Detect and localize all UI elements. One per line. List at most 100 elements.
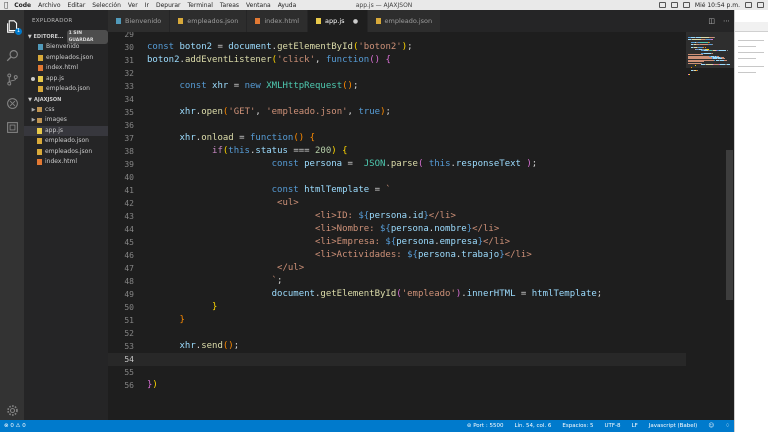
open-editor-item[interactable]: index.html <box>24 63 108 74</box>
tab-bienvenido[interactable]: Bienvenido <box>108 10 171 32</box>
gear-icon[interactable] <box>5 403 19 417</box>
encoding[interactable]: UTF-8 <box>605 423 621 429</box>
menu-editar[interactable]: Editar <box>68 2 86 9</box>
code-line[interactable]: 55 <box>108 366 686 379</box>
feedback-icon[interactable]: ☺ <box>708 423 714 429</box>
problems-status[interactable]: ⊗ 0 ⚠ 0 <box>4 423 26 429</box>
code-line[interactable]: 44 <li>Nombre: ${persona.nombre}</li> <box>108 223 686 236</box>
tab-app-js[interactable]: app.js ● <box>308 10 368 32</box>
code-line[interactable]: 48 `; <box>108 275 686 288</box>
line-number: 34 <box>124 95 134 104</box>
code-line[interactable]: 45 <li>Empresa: ${persona.empresa}</li> <box>108 236 686 249</box>
code-line[interactable]: 52 <box>108 327 686 340</box>
cursor-position[interactable]: Lín. 54, col. 6 <box>514 423 551 429</box>
menu-tareas[interactable]: Tareas <box>220 2 239 9</box>
file-label: empleado.json <box>45 137 89 144</box>
apple-icon[interactable]:  <box>4 1 8 9</box>
extensions-icon[interactable] <box>5 120 19 134</box>
code-token: ` <box>147 276 278 286</box>
spotlight-icon[interactable] <box>745 2 752 8</box>
menu-terminal[interactable]: Terminal <box>188 2 213 9</box>
line-number: 36 <box>124 121 134 130</box>
file-item-selected[interactable]: app.js <box>24 125 108 136</box>
code-line[interactable]: 56}) <box>108 379 686 392</box>
battery-icon[interactable] <box>682 2 690 8</box>
menu-ayuda[interactable]: Ayuda <box>278 2 297 9</box>
markdown-icon <box>38 44 43 51</box>
live-server-status[interactable]: ⊚ Port : 5500 <box>467 423 504 429</box>
menu-seleccion[interactable]: Selección <box>92 2 121 9</box>
modified-dot-icon[interactable] <box>31 76 35 81</box>
dropbox-icon[interactable] <box>658 2 666 8</box>
menu-depurar[interactable]: Depurar <box>156 2 181 9</box>
code-token: ${ <box>385 237 397 247</box>
code-line[interactable]: 34 <box>108 93 686 106</box>
code-line[interactable]: 43 <li>ID: ${persona.id}</li> <box>108 210 686 223</box>
search-icon[interactable] <box>5 48 19 62</box>
debug-icon[interactable] <box>5 96 19 110</box>
wifi-icon[interactable] <box>670 2 678 8</box>
tab-index-html[interactable]: index.html <box>247 10 309 32</box>
open-editor-item[interactable]: empleado.json <box>24 84 108 95</box>
code-line[interactable]: 41 const htmlTemplate = ` <box>108 184 686 197</box>
code-line[interactable]: 46 <li>Actividades: ${persona.trabajo}</… <box>108 249 686 262</box>
open-editor-item[interactable]: empleados.json <box>24 53 108 64</box>
menu-ver[interactable]: Ver <box>128 2 138 9</box>
code-line[interactable]: 39 const persona = JSON.parse( this.resp… <box>108 158 686 171</box>
file-item[interactable]: empleados.json <box>24 147 108 158</box>
code-line[interactable]: 31 boton2.addEventListener('click', funct… <box>108 54 686 67</box>
code-token: true <box>358 107 381 117</box>
menu-ir[interactable]: Ir <box>145 2 149 9</box>
code-line[interactable]: 35 xhr.open('GET', 'empleado.json', true… <box>108 106 686 119</box>
menu-clock[interactable]: Mié 10:54 p.m. <box>695 2 740 9</box>
code-line[interactable]: 49 document.getElementById('empleado').i… <box>108 288 686 301</box>
language-mode[interactable]: Javascript (Babel) <box>649 423 698 429</box>
tab-empleados-json[interactable]: empleados.json <box>170 10 248 32</box>
indentation[interactable]: Espacios: 5 <box>562 423 593 429</box>
code-line[interactable]: 40 <box>108 171 686 184</box>
folder-item[interactable]: ▶ css <box>24 105 108 116</box>
split-editor-icon[interactable]: ◫ <box>708 17 715 25</box>
code-token: parse <box>390 159 418 169</box>
status-bar: ⊗ 0 ⚠ 0 ⊚ Port : 5500 Lín. 54, col. 6 Es… <box>0 420 734 432</box>
minimap-token <box>688 73 690 75</box>
more-actions-icon[interactable]: ⋯ <box>723 17 730 25</box>
notifications-icon[interactable]: ♢ <box>725 423 730 429</box>
code-line[interactable]: 53 xhr.send(); <box>108 340 686 353</box>
code-line[interactable]: 54 <box>108 353 686 366</box>
code-line[interactable]: 29 <box>108 32 686 41</box>
modified-dot-icon[interactable]: ● <box>353 18 359 25</box>
code-line[interactable]: 51 } <box>108 314 686 327</box>
code-line[interactable]: 30 const boton2 = document.getElementById… <box>108 41 686 54</box>
open-editor-item[interactable]: app.js <box>24 74 108 85</box>
code-editor[interactable]: 29 30 const boton2 = document.getElementBy… <box>108 32 686 420</box>
file-item[interactable]: index.html <box>24 157 108 168</box>
open-editors-header[interactable]: ▼ EDITORE... 1 SIN GUARDAR <box>24 30 108 44</box>
folder-item[interactable]: ▶ images <box>24 115 108 126</box>
code-line[interactable]: 36 <box>108 119 686 132</box>
code-line[interactable]: 42 <ul> <box>108 197 686 210</box>
code-line[interactable]: 47 </ul> <box>108 262 686 275</box>
tab-empleado-json[interactable]: empleado.json <box>367 10 442 32</box>
line-number: 44 <box>124 225 134 234</box>
end-of-line[interactable]: LF <box>632 423 638 429</box>
code-line[interactable]: 50 } <box>108 301 686 314</box>
explorer-icon[interactable]: 1 <box>5 19 22 35</box>
source-control-icon[interactable] <box>5 72 19 86</box>
code-line[interactable]: 38 if(this.status === 200) { <box>108 145 686 158</box>
code-line[interactable]: 32 <box>108 67 686 80</box>
code-line[interactable]: 33 const xhr = new XMLHttpRequest(); <box>108 80 686 93</box>
menu-app[interactable]: Code <box>14 2 31 9</box>
file-item[interactable]: empleado.json <box>24 136 108 147</box>
menu-ventana[interactable]: Ventana <box>246 2 271 9</box>
notification-center-icon[interactable] <box>757 2 764 8</box>
line-number: 35 <box>124 108 134 117</box>
background-window-line <box>738 40 764 41</box>
workspace-header[interactable]: ▼ AJAXJSON <box>24 95 108 105</box>
line-number: 56 <box>124 381 134 390</box>
menu-archivo[interactable]: Archivo <box>38 2 60 9</box>
vertical-scrollbar[interactable] <box>726 150 733 300</box>
code-line[interactable]: 37 xhr.onload = function() { <box>108 132 686 145</box>
